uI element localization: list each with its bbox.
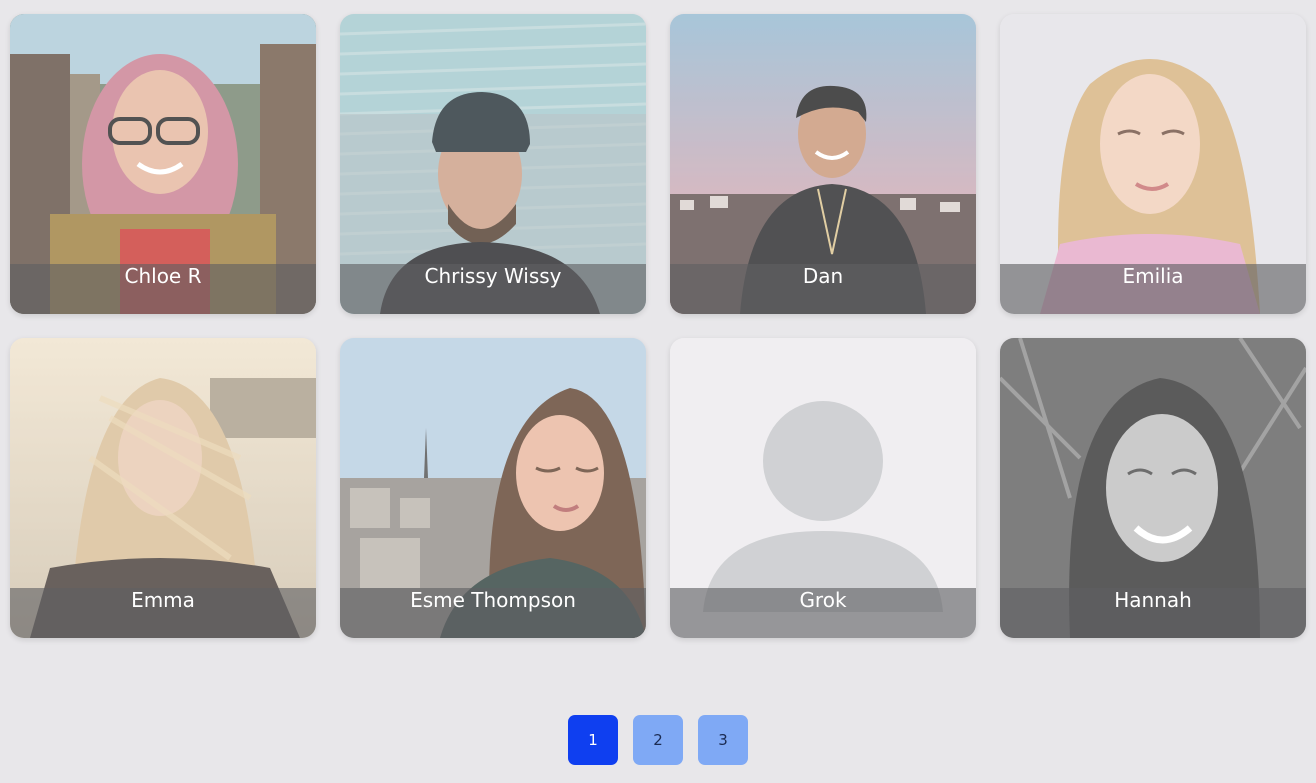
page-button-3[interactable]: 3 [698,715,748,765]
profile-name: Emilia [1122,264,1184,288]
profile-card-hannah[interactable]: Hannah [1000,338,1306,638]
page-button-1[interactable]: 1 [568,715,618,765]
profile-card-grok[interactable]: Grok [670,338,976,638]
profile-card-emilia[interactable]: Emilia [1000,14,1306,314]
pagination: 1 2 3 [568,715,748,765]
profile-card-emma[interactable]: Emma [10,338,316,638]
name-caption: Grok [670,588,976,638]
name-caption: Emma [10,588,316,638]
profile-grid: Chloe R Chrissy Wissy Dan Emilia Emma Es… [10,14,1306,638]
profile-name: Esme Thompson [410,588,576,612]
profile-name: Dan [802,264,844,288]
profile-card-dan[interactable]: Dan [670,14,976,314]
name-caption: Emilia [1000,264,1306,314]
profile-name: Grok [799,588,847,612]
profile-name: Emma [131,588,195,612]
profile-name: Chloe R [124,264,202,288]
name-caption: Chloe R [10,264,316,314]
profile-name: Hannah [1114,588,1192,612]
name-caption: Esme Thompson [340,588,646,638]
page-button-2[interactable]: 2 [633,715,683,765]
profile-card-chrissy-wissy[interactable]: Chrissy Wissy [340,14,646,314]
name-caption: Dan [670,264,976,314]
name-caption: Hannah [1000,588,1306,638]
profile-card-esme-thompson[interactable]: Esme Thompson [340,338,646,638]
profile-card-chloe-r[interactable]: Chloe R [10,14,316,314]
profile-name: Chrissy Wissy [424,264,562,288]
name-caption: Chrissy Wissy [340,264,646,314]
